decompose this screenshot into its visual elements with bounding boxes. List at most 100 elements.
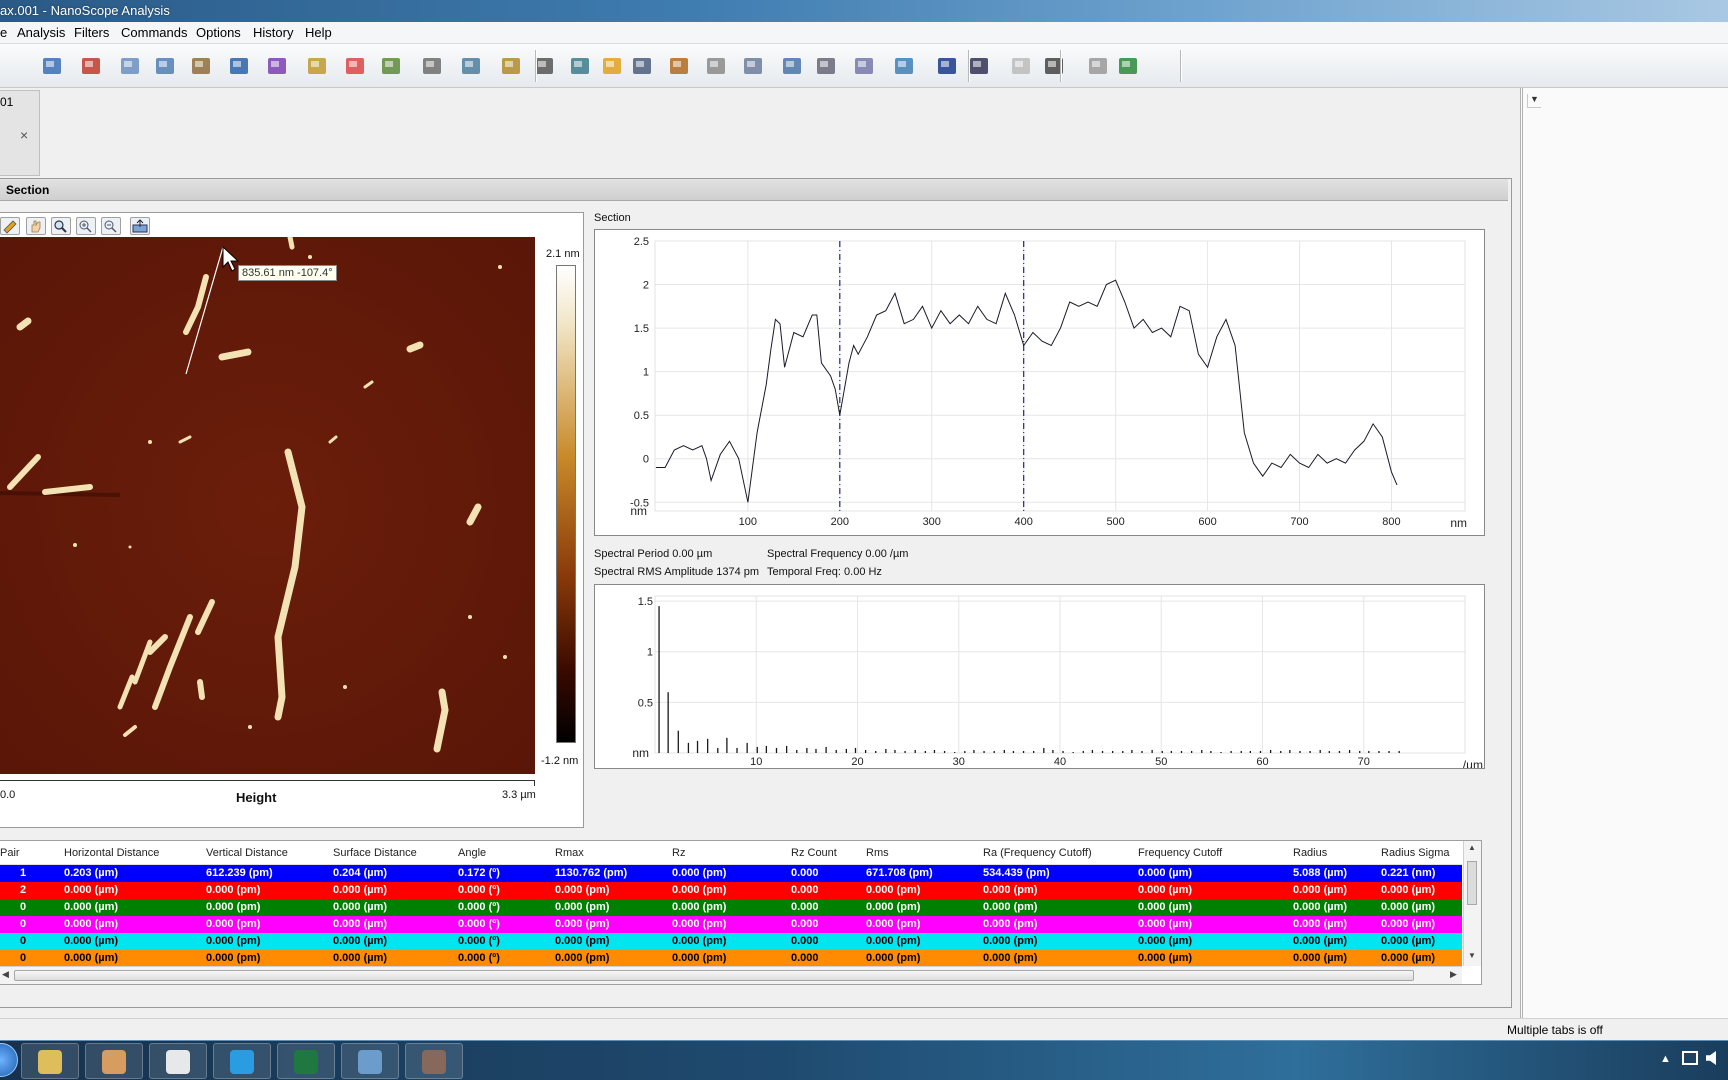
table-row[interactable]: 1 0.203 (µm) 612.239 (pm) 0.204 (µm) 0.172 (… bbox=[0, 865, 1462, 882]
excel-icon[interactable] bbox=[277, 1043, 335, 1079]
table-cell: 0.000 (º) bbox=[458, 884, 500, 896]
menu-help[interactable]: Help bbox=[305, 25, 332, 40]
skype-icon[interactable] bbox=[213, 1043, 271, 1079]
horizontal-scroll-thumb[interactable] bbox=[14, 970, 1414, 981]
hand-icon[interactable] bbox=[26, 217, 46, 235]
section-title: Section bbox=[6, 183, 50, 197]
column-header[interactable]: Rmax bbox=[555, 847, 584, 859]
pencil-icon[interactable] bbox=[0, 217, 20, 235]
media-player-icon[interactable] bbox=[85, 1043, 143, 1079]
flatten-icon[interactable] bbox=[303, 52, 331, 80]
start-button[interactable] bbox=[0, 1043, 18, 1077]
page-icon[interactable] bbox=[1007, 52, 1035, 80]
ruler-icon[interactable] bbox=[497, 52, 525, 80]
zoom-icon[interactable] bbox=[51, 217, 71, 235]
table-row[interactable]: 0 0.000 (µm) 0.000 (pm) 0.000 (µm) 0.000 (º)… bbox=[0, 933, 1462, 950]
table-cell: 0.000 (pm) bbox=[672, 901, 727, 913]
table-row[interactable]: 0 0.000 (µm) 0.000 (pm) 0.000 (µm) 0.000 (º)… bbox=[0, 899, 1462, 916]
bar-chart-icon[interactable] bbox=[263, 52, 291, 80]
export-image-icon[interactable] bbox=[130, 217, 150, 235]
menu-history[interactable]: History bbox=[253, 25, 293, 40]
menu-filters[interactable]: Filters bbox=[74, 25, 109, 40]
menu-commands[interactable]: Commands bbox=[121, 25, 187, 40]
tray-arrow-icon[interactable]: ▲ bbox=[1660, 1053, 1671, 1065]
x-tick-label: 500 bbox=[1106, 516, 1124, 528]
menu-file-edge[interactable]: e bbox=[0, 25, 7, 40]
vertical-scrollbar[interactable]: ▲ ▼ bbox=[1463, 841, 1481, 966]
title-bar: ax.001 - NanoScope Analysis bbox=[0, 0, 1728, 22]
column-header[interactable]: Horizontal Distance bbox=[64, 847, 159, 859]
table-header: Pair Horizontal Distance Vertical Distance… bbox=[0, 841, 1462, 865]
column-header[interactable]: Pair bbox=[0, 847, 20, 859]
table-cell: 1 bbox=[20, 867, 27, 879]
brush-icon[interactable] bbox=[628, 52, 656, 80]
spectrum-y-tick-label: 0.5 bbox=[638, 697, 653, 709]
fft-icon[interactable] bbox=[933, 52, 961, 80]
menu-analysis[interactable]: Analysis bbox=[17, 25, 65, 40]
chrome-icon[interactable] bbox=[149, 1043, 207, 1079]
horizontal-scrollbar[interactable]: ◀ ▶ bbox=[0, 966, 1462, 984]
table-cell: 0.000 (pm) bbox=[555, 918, 610, 930]
column-header[interactable]: Rz Count bbox=[791, 847, 837, 859]
step-icon[interactable] bbox=[457, 52, 485, 80]
move-icon[interactable] bbox=[116, 52, 144, 80]
tip-icon[interactable] bbox=[566, 52, 594, 80]
probe-icon[interactable] bbox=[418, 52, 446, 80]
table-row[interactable]: 0 0.000 (µm) 0.000 (pm) 0.000 (µm) 0.000 (º)… bbox=[0, 950, 1462, 967]
file-explorer-icon[interactable] bbox=[21, 1043, 79, 1079]
table-cell: 0.000 (µm) bbox=[1138, 867, 1193, 879]
column-header[interactable]: Rz bbox=[672, 847, 685, 859]
table-cell: 0.000 bbox=[791, 935, 819, 947]
column-header[interactable]: Vertical Distance bbox=[206, 847, 288, 859]
table-cell: 612.239 (pm) bbox=[206, 867, 273, 879]
zoom-out-icon[interactable] bbox=[101, 217, 121, 235]
column-header[interactable]: Rms bbox=[866, 847, 889, 859]
table-cell: 0.000 (º) bbox=[458, 918, 500, 930]
color-scale-bar bbox=[556, 265, 576, 743]
menu-options[interactable]: Options bbox=[196, 25, 241, 40]
zoom-in-icon[interactable] bbox=[76, 217, 96, 235]
volume-icon[interactable] bbox=[1706, 1051, 1716, 1065]
table-cell: 0.000 (pm) bbox=[983, 901, 1038, 913]
chevron-down-icon[interactable]: ▼ bbox=[1527, 94, 1541, 108]
afm-height-image[interactable] bbox=[0, 237, 535, 774]
calculator-icon[interactable] bbox=[739, 52, 767, 80]
close-icon[interactable]: × bbox=[20, 127, 28, 143]
filter-icon[interactable] bbox=[702, 52, 730, 80]
document-tab[interactable]: 01 × bbox=[0, 90, 40, 176]
column-header[interactable]: Surface Distance bbox=[333, 847, 417, 859]
stack-icon[interactable] bbox=[187, 52, 215, 80]
column-header[interactable]: Ra (Frequency Cutoff) bbox=[983, 847, 1092, 859]
menu-bar: e Analysis Filters Commands Options Hist… bbox=[0, 22, 1728, 44]
view-3d-icon[interactable] bbox=[77, 52, 105, 80]
filter-grid-icon[interactable] bbox=[812, 52, 840, 80]
filter-plot-icon[interactable] bbox=[778, 52, 806, 80]
network-icon[interactable] bbox=[1682, 1051, 1698, 1065]
redo-icon[interactable] bbox=[1084, 52, 1112, 80]
layers-icon[interactable] bbox=[151, 52, 179, 80]
export-icon[interactable] bbox=[225, 52, 253, 80]
run-icon[interactable] bbox=[1114, 52, 1142, 80]
table-row[interactable]: 2 0.000 (µm) 0.000 (pm) 0.000 (µm) 0.000 (º)… bbox=[0, 882, 1462, 899]
help-icon[interactable] bbox=[38, 52, 66, 80]
section-profile-chart[interactable]: 2.521.510.50-0.5100 200 300 400 500 600 700 800… bbox=[594, 229, 1485, 536]
nanoscope-icon[interactable] bbox=[405, 1043, 463, 1079]
undo-icon[interactable] bbox=[1040, 52, 1068, 80]
erase-icon[interactable] bbox=[665, 52, 693, 80]
table-cell: 534.439 (pm) bbox=[983, 867, 1050, 879]
column-header[interactable]: Angle bbox=[458, 847, 486, 859]
spectrum-chart[interactable]: 1.5 1 0.5 10 20 30 40 50 60 70 nm/µm bbox=[594, 584, 1485, 769]
table-cell: 0.000 (µm) bbox=[1381, 901, 1436, 913]
color-map-icon[interactable] bbox=[341, 52, 369, 80]
transfer-icon[interactable] bbox=[850, 52, 878, 80]
column-header[interactable]: Radius bbox=[1293, 847, 1327, 859]
rotate-icon[interactable] bbox=[890, 52, 918, 80]
column-header[interactable]: Radius Sigma bbox=[1381, 847, 1449, 859]
crop-icon[interactable] bbox=[598, 52, 626, 80]
table-cell: 0.000 (µm) bbox=[64, 901, 119, 913]
histogram-icon[interactable] bbox=[377, 52, 405, 80]
table-row[interactable]: 0 0.000 (µm) 0.000 (pm) 0.000 (µm) 0.000 (º)… bbox=[0, 916, 1462, 933]
photos-icon[interactable] bbox=[341, 1043, 399, 1079]
table-cell: 0.000 (pm) bbox=[866, 935, 921, 947]
column-header[interactable]: Frequency Cutoff bbox=[1138, 847, 1222, 859]
